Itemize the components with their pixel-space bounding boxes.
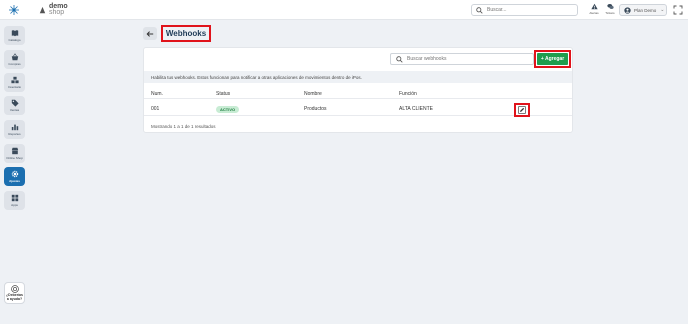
sidebar-item-label: Apps — [11, 203, 18, 207]
sidebar: Catálogo Compras Inventario Ventas Repor… — [0, 20, 30, 324]
arrow-left-icon — [146, 30, 154, 37]
webhook-search-input[interactable] — [407, 56, 527, 62]
edit-button[interactable] — [514, 103, 530, 117]
header-num: Num. — [151, 91, 163, 97]
page-title-box: Webhooks — [161, 25, 211, 42]
webhook-search[interactable] — [390, 53, 534, 65]
help-icon — [10, 285, 19, 293]
user-name: Plan Demo — [634, 7, 657, 13]
webhooks-card: + Agregar Habilita tus webhooks. Estos f… — [143, 47, 573, 133]
tickets-label: Tickets — [605, 11, 615, 15]
info-text: Habilita tus webhooks. Estos funcionan p… — [151, 74, 362, 80]
sidebar-item-label: Online Shop — [6, 156, 23, 160]
user-menu[interactable]: Plan Demo ⌄ — [619, 4, 667, 16]
back-button[interactable] — [143, 27, 157, 40]
book-icon — [11, 30, 18, 37]
fullscreen-icon[interactable] — [673, 5, 683, 15]
cell-funcion: ALTA CLIENTE — [399, 106, 433, 112]
sidebar-item-compras[interactable]: Compras — [4, 50, 25, 69]
sidebar-item-ajustes[interactable]: Ajustes — [4, 167, 25, 186]
chevron-down-icon: ⌄ — [660, 7, 665, 13]
sidebar-item-catalogo[interactable]: Catálogo — [4, 26, 25, 45]
sidebar-item-ventas[interactable]: Ventas — [4, 96, 25, 115]
brand-logo[interactable]: demo shop — [38, 2, 68, 18]
table-row[interactable]: 001 ACTIVO Productos ALTA CLIENTE — [144, 102, 572, 117]
basket-icon — [11, 53, 18, 61]
sidebar-item-label: Catálogo — [8, 38, 21, 42]
gear-icon — [11, 170, 18, 178]
sidebar-item-label: Inventario — [7, 85, 22, 89]
add-button[interactable]: + Agregar — [537, 53, 568, 65]
add-button-highlight: + Agregar — [534, 50, 571, 68]
sidebar-item-online-shop[interactable]: Online Shop — [4, 144, 25, 163]
tag-icon — [11, 99, 19, 107]
header-funcion: Función — [399, 91, 417, 97]
global-search-input[interactable] — [487, 7, 572, 13]
brand-line-2: shop — [49, 9, 65, 16]
help-button[interactable]: ¿Deberías a ayuda? — [4, 282, 25, 304]
info-bar: Habilita tus webhooks. Estos funcionan p… — [144, 71, 572, 83]
sidebar-item-label: Ajustes — [9, 179, 20, 183]
cell-nombre: Productos — [304, 106, 327, 112]
header-nombre: Nombre — [304, 91, 322, 97]
edit-icon — [518, 106, 526, 114]
user-avatar-icon — [624, 6, 631, 14]
apps-icon — [11, 194, 18, 202]
search-icon — [476, 6, 483, 14]
boxes-icon — [10, 76, 19, 84]
sidebar-item-apps[interactable]: Apps — [4, 191, 25, 210]
sidebar-item-label: Compras — [8, 62, 21, 66]
search-icon — [396, 55, 403, 63]
alerts-label: Alertas — [589, 11, 599, 15]
brand-mark-icon — [39, 6, 46, 13]
alerts-button[interactable]: Alertas — [587, 3, 601, 17]
status-badge: ACTIVO — [216, 106, 240, 113]
sidebar-item-label: Reportes — [8, 132, 21, 136]
warning-icon — [590, 3, 598, 10]
page-title: Webhooks — [165, 29, 207, 38]
shop-icon — [11, 147, 18, 155]
tickets-button[interactable]: Tickets — [603, 3, 617, 17]
header-status: Status — [216, 91, 231, 97]
sidebar-item-label: Ventas — [9, 108, 20, 112]
chat-icon — [606, 3, 614, 9]
table-header: Num. Status Nombre Función — [144, 89, 572, 99]
pagination-summary: Mostrando 1 a 1 de 1 resultados — [151, 124, 216, 129]
top-bar: demo shop Alertas Tickets Plan Demo — [0, 0, 688, 20]
cell-num: 001 — [151, 106, 160, 112]
sidebar-item-inventario[interactable]: Inventario — [4, 73, 25, 92]
bar-chart-icon — [11, 124, 18, 131]
global-search[interactable] — [471, 4, 578, 16]
sidebar-item-reportes[interactable]: Reportes — [4, 120, 25, 139]
help-label-2: a ayuda? — [6, 297, 23, 301]
network-logo-icon[interactable] — [8, 4, 20, 16]
